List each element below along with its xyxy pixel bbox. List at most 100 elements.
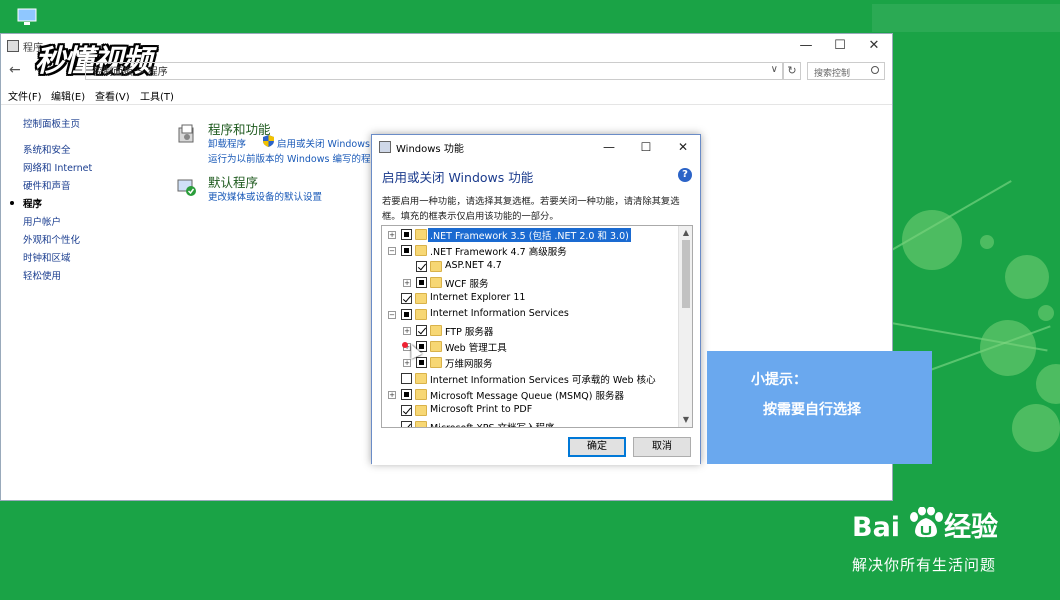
- ok-button[interactable]: 确定: [568, 437, 626, 457]
- sidebar-item-programs[interactable]: 程序: [23, 196, 42, 210]
- folder-icon: [430, 325, 442, 336]
- feature-checkbox[interactable]: [401, 293, 412, 304]
- back-arrow-icon[interactable]: ←: [9, 62, 21, 78]
- expand-icon[interactable]: +: [388, 391, 396, 399]
- folder-icon: [415, 293, 427, 304]
- windows-features-dialog: Windows 功能 — ☐ ✕ 启用或关闭 Windows 功能 ? 若要启用…: [371, 134, 701, 465]
- feature-row[interactable]: − .NET Framework 4.7 高级服务: [382, 243, 678, 259]
- media-defaults-link[interactable]: 更改媒体或设备的默认设置: [208, 189, 322, 203]
- feature-row[interactable]: + 万维网服务: [382, 355, 678, 371]
- turn-windows-features-link[interactable]: 启用或关闭 Windows: [277, 136, 370, 150]
- uninstall-program-link[interactable]: 卸载程序: [208, 136, 246, 150]
- feature-checkbox[interactable]: [416, 277, 427, 288]
- active-bullet-icon: [10, 201, 14, 205]
- navigation-bar: ← ∨ 控制面板 > 程序 ↻ 搜索控制: [1, 60, 892, 82]
- feature-label: ASP.NET 4.7: [445, 260, 502, 271]
- feature-row[interactable]: +Web 管理工具: [382, 339, 678, 355]
- feature-label: Microsoft XPS 文档写入程序: [428, 420, 557, 427]
- baidu-paw-icon: [910, 507, 943, 538]
- menu-edit[interactable]: 编辑(E): [51, 88, 85, 103]
- sidebar-item-ease-of-access[interactable]: 轻松使用: [23, 268, 61, 282]
- chevron-down-icon[interactable]: ∨: [771, 64, 778, 75]
- search-input[interactable]: 搜索控制: [807, 62, 885, 80]
- dialog-close-button[interactable]: ✕: [668, 138, 698, 156]
- dialog-heading: 启用或关闭 Windows 功能: [382, 170, 534, 185]
- default-programs-icon: [177, 177, 197, 197]
- menu-view[interactable]: 查看(V): [95, 88, 130, 103]
- sidebar-item-user-accounts[interactable]: 用户帐户: [23, 214, 61, 228]
- menu-tools[interactable]: 工具(T): [140, 88, 174, 103]
- feature-row[interactable]: − Internet Information Services: [382, 307, 678, 323]
- folder-icon: [415, 309, 427, 320]
- baidu-slogan: 解决你所有生活问题: [852, 556, 997, 574]
- feature-checkbox[interactable]: [401, 389, 412, 400]
- compatibility-link[interactable]: 运行为以前版本的 Windows 编写的程: [208, 151, 370, 165]
- scroll-up-icon[interactable]: ▲: [681, 228, 691, 238]
- feature-checkbox[interactable]: [401, 309, 412, 320]
- scroll-down-icon[interactable]: ▼: [681, 415, 691, 425]
- dialog-description-line1: 若要启用一种功能，请选择其复选框。若要关闭一种功能，请清除其复选: [382, 196, 680, 207]
- collapse-icon[interactable]: −: [388, 247, 396, 255]
- feature-label: Web 管理工具: [445, 343, 507, 354]
- dialog-minimize-button[interactable]: —: [594, 138, 624, 156]
- feature-row[interactable]: Internet Information Services 可承载的 Web 核…: [382, 371, 678, 387]
- feature-checkbox[interactable]: [416, 261, 427, 272]
- tip-title: 小提示：: [751, 372, 807, 388]
- feature-checkbox[interactable]: [401, 405, 412, 416]
- feature-row[interactable]: Internet Explorer 11: [382, 291, 678, 307]
- collapse-icon[interactable]: −: [388, 311, 396, 319]
- feature-row[interactable]: + FTP 服务器: [382, 323, 678, 339]
- feature-label: Microsoft Print to PDF: [430, 404, 533, 415]
- expand-icon[interactable]: +: [388, 231, 396, 239]
- menu-file[interactable]: 文件(F): [8, 88, 42, 103]
- minimize-button[interactable]: —: [791, 37, 821, 55]
- sidebar-item-appearance[interactable]: 外观和个性化: [23, 232, 80, 246]
- desktop-computer-icon: [16, 8, 40, 28]
- feature-checkbox[interactable]: [401, 421, 412, 427]
- sidebar-item-system-security[interactable]: 系统和安全: [23, 142, 71, 156]
- expand-icon[interactable]: +: [403, 279, 411, 287]
- folder-icon: [415, 245, 427, 256]
- expand-icon[interactable]: +: [403, 359, 411, 367]
- feature-checkbox[interactable]: [416, 357, 427, 368]
- dialog-maximize-button[interactable]: ☐: [631, 138, 661, 156]
- feature-row[interactable]: Microsoft XPS 文档写入程序: [382, 419, 678, 427]
- menu-bar: 文件(F) 编辑(E) 查看(V) 工具(T): [1, 86, 892, 104]
- feature-checkbox[interactable]: [401, 229, 412, 240]
- programs-features-icon: [177, 124, 197, 144]
- feature-checkbox[interactable]: [401, 373, 412, 384]
- dialog-description-line2: 框。填充的框表示仅启用该功能的一部分。: [382, 211, 559, 222]
- expand-icon[interactable]: +: [403, 327, 411, 335]
- help-icon[interactable]: ?: [678, 168, 692, 182]
- tip-body: 按需要自行选择: [763, 402, 861, 418]
- maximize-button[interactable]: ☐: [825, 37, 855, 55]
- feature-row[interactable]: Microsoft Print to PDF: [382, 403, 678, 419]
- feature-label: Internet Information Services 可承载的 Web 核…: [430, 375, 656, 386]
- close-button[interactable]: ✕: [859, 37, 889, 55]
- menu-divider: [1, 104, 892, 105]
- cancel-button[interactable]: 取消: [633, 437, 691, 457]
- feature-checkbox[interactable]: [416, 325, 427, 336]
- feature-row[interactable]: + WCF 服务: [382, 275, 678, 291]
- feature-checkbox[interactable]: [401, 245, 412, 256]
- feature-label: Internet Explorer 11: [430, 292, 526, 303]
- refresh-button[interactable]: ↻: [783, 62, 801, 80]
- sidebar-item-hardware[interactable]: 硬件和声音: [23, 178, 71, 192]
- folder-icon: [415, 405, 427, 416]
- feature-row[interactable]: + .NET Framework 3.5 (包括 .NET 2.0 和 3.0): [382, 227, 678, 243]
- features-scrollbar[interactable]: ▲ ▼: [678, 226, 692, 427]
- tip-box: 小提示： 按需要自行选择: [707, 351, 932, 464]
- feature-label: WCF 服务: [445, 279, 489, 290]
- features-tree[interactable]: + .NET Framework 3.5 (包括 .NET 2.0 和 3.0) −…: [381, 225, 693, 428]
- feature-row[interactable]: + Microsoft Message Queue (MSMQ) 服务器: [382, 387, 678, 403]
- scroll-thumb[interactable]: [682, 240, 690, 308]
- dialog-body: 启用或关闭 Windows 功能 ? 若要启用一种功能，请选择其复选框。若要关闭…: [372, 159, 700, 465]
- folder-icon: [430, 357, 442, 368]
- sidebar-item-clock-region[interactable]: 时钟和区域: [23, 250, 71, 264]
- feature-label: Microsoft Message Queue (MSMQ) 服务器: [430, 391, 624, 402]
- sidebar-item-home[interactable]: 控制面板主页: [23, 116, 80, 130]
- address-bar[interactable]: ∨: [85, 62, 783, 80]
- baidu-suffix: 经验: [944, 512, 999, 543]
- feature-row[interactable]: ASP.NET 4.7: [382, 259, 678, 275]
- sidebar-item-network[interactable]: 网络和 Internet: [23, 160, 92, 174]
